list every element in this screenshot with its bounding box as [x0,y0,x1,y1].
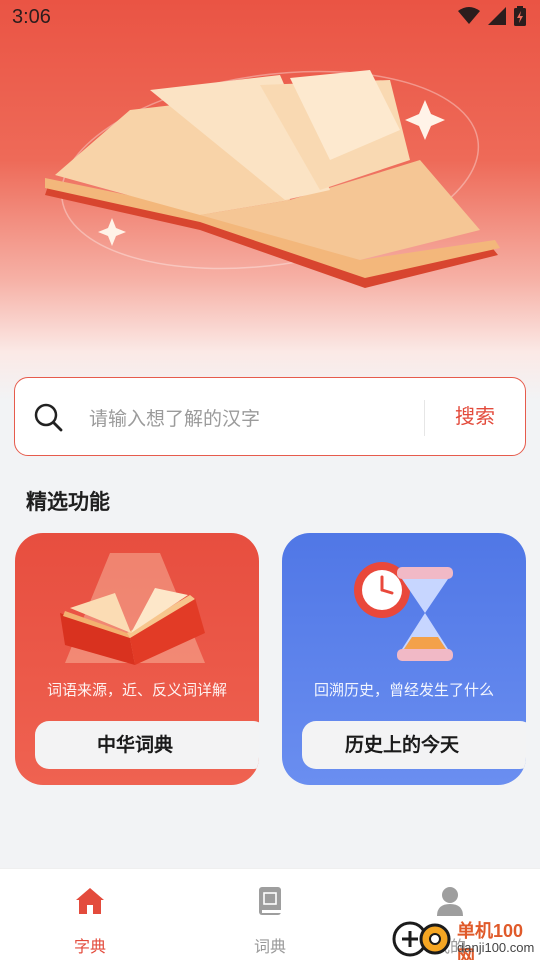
signal-icon [488,7,506,25]
card-label: 中华词典 [96,734,173,756]
clock-hourglass-icon [354,562,453,661]
nav-item-zidian[interactable]: 字典 [0,869,180,960]
wifi-icon [458,7,480,24]
hero-banner: 3:06 [0,0,540,400]
search-input[interactable]: 请输入想了解的汉字 [89,404,260,431]
search-button[interactable]: 搜索 [425,378,525,455]
home-icon [76,888,104,914]
search-icon [34,403,63,432]
nav-label: 词典 [253,937,286,956]
nav-item-cidian[interactable]: 词典 [180,869,360,960]
red-book-icon [60,553,205,665]
dictionary-icon [259,887,281,915]
watermark-domain: danji100.com [457,940,535,955]
card-today-in-history[interactable]: 回溯历史，曾经发生了什么 历史上的今天 [282,533,526,785]
watermark-logo: 单机100网 danji100.com [390,915,540,960]
battery-icon [514,6,526,26]
card-description: 词语来源，近、反义词详解 [46,681,227,699]
card-chinese-dictionary[interactable]: 词语来源，近、反义词详解 中华词典 [15,533,259,785]
status-time: 3:06 [12,6,51,28]
section-title: 精选功能 [26,490,110,514]
watermark-icon [392,921,451,957]
nav-label: 字典 [73,937,106,956]
status-bar: 3:06 [0,0,540,36]
card-label: 历史上的今天 [344,734,459,756]
open-book-illustration [45,70,500,288]
card-description: 回溯历史，曾经发生了什么 [313,681,494,699]
profile-icon [437,887,463,916]
search-bar: 请输入想了解的汉字 搜索 [14,377,526,456]
